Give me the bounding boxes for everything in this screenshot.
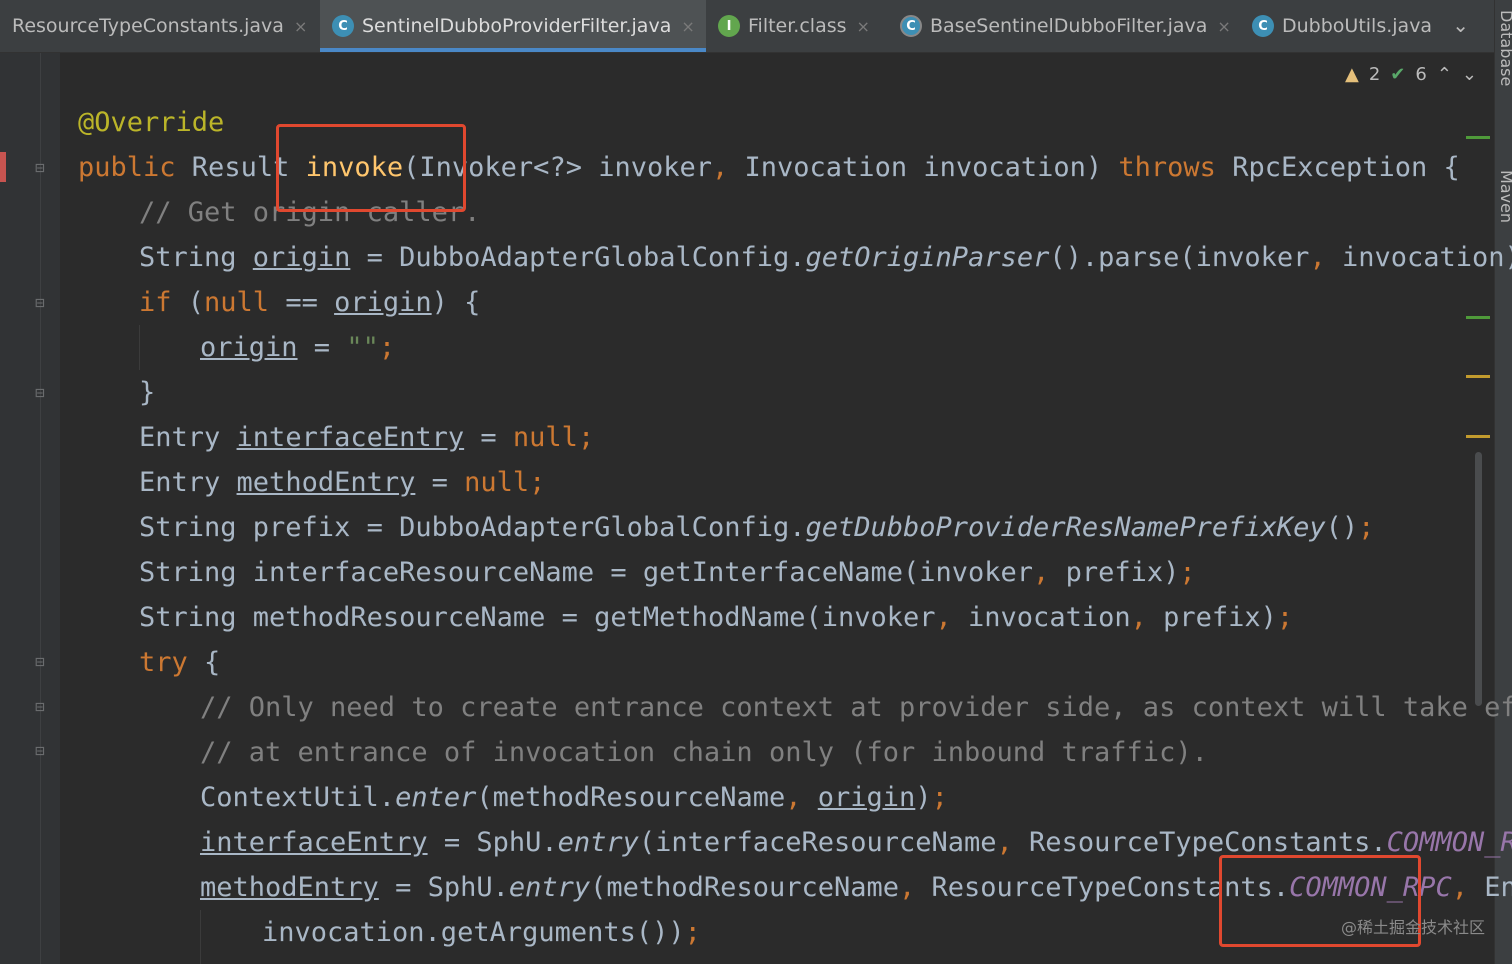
tab-base-sentinel-dubbo-filter[interactable]: C BaseSentinelDubboFilter.java × [900, 0, 1240, 52]
database-tool-button[interactable]: Database [1497, 10, 1512, 86]
highlight-box-invoke [276, 124, 466, 212]
code-line: try { [139, 647, 221, 678]
class-icon: C [332, 15, 354, 37]
tab-label: BaseSentinelDubboFilter.java [930, 15, 1208, 37]
ok-count: 6 [1415, 64, 1427, 85]
indent-guide [139, 325, 140, 370]
fold-icon[interactable]: ⊟ [31, 158, 49, 178]
editor-tab-bar: ResourceTypeConstants.java × C SentinelD… [0, 0, 1495, 53]
check-icon: ✔ [1390, 64, 1406, 85]
code-line: Entry interfaceEntry = null; [139, 422, 595, 453]
close-icon[interactable]: × [294, 17, 307, 36]
warning-icon: ▲ [1344, 64, 1359, 85]
editor-gutter [0, 53, 60, 964]
watermark: @稀土掘金技术社区 [1340, 918, 1485, 937]
error-stripe-marker[interactable] [1466, 136, 1490, 139]
code-comment: // Only need to create entrance context … [200, 692, 1512, 723]
code-line: Entry methodEntry = null; [139, 467, 546, 498]
override-marker-icon[interactable] [0, 152, 6, 182]
tab-sentinel-dubbo-provider-filter[interactable]: C SentinelDubboProviderFilter.java × [320, 0, 706, 52]
tab-dubbo-utils[interactable]: C DubboUtils.java [1252, 0, 1442, 52]
close-icon[interactable]: × [857, 17, 870, 36]
maven-tool-button[interactable]: Maven [1497, 170, 1512, 223]
tab-label: ResourceTypeConstants.java [12, 15, 284, 37]
tab-label: Filter.class [748, 15, 847, 37]
fold-end-icon[interactable]: ⊟ [31, 741, 49, 761]
code-line: String methodResourceName = getMethodNam… [139, 602, 1294, 633]
code-line: String interfaceResourceName = getInterf… [139, 557, 1196, 588]
warning-count: 2 [1368, 64, 1381, 85]
code-line: origin = ""; [200, 332, 396, 363]
error-stripe-marker[interactable] [1466, 435, 1490, 438]
inspection-widget[interactable]: ▲ 2 ✔ 6 ⌃ ⌄ [1345, 64, 1477, 85]
abstract-class-icon: C [900, 15, 922, 37]
gutter-divider [40, 53, 41, 964]
code-line: ContextUtil.enter(methodResourceName, or… [200, 782, 948, 813]
chevron-up-icon[interactable]: ⌃ [1437, 64, 1452, 85]
code-line: } [139, 377, 156, 408]
code-line: invocation.getArguments()); [262, 917, 701, 948]
error-stripe-marker[interactable] [1466, 316, 1490, 319]
tab-label: SentinelDubboProviderFilter.java [362, 15, 672, 37]
indent-guide [200, 910, 201, 964]
fold-icon[interactable]: ⊟ [31, 652, 49, 672]
chevron-down-icon[interactable]: ⌄ [1462, 64, 1477, 85]
fold-icon[interactable]: ⊟ [31, 697, 49, 717]
code-line: String prefix = DubboAdapterGlobalConfig… [139, 512, 1375, 543]
fold-icon[interactable]: ⊟ [31, 293, 49, 313]
interface-icon: I [718, 15, 740, 37]
code-line: if (null == origin) { [139, 287, 481, 318]
code-comment: // at entrance of invocation chain only … [200, 737, 1208, 768]
tab-resource-type-constants[interactable]: ResourceTypeConstants.java × [0, 0, 330, 52]
close-icon[interactable]: × [1217, 17, 1230, 36]
class-icon: C [1252, 15, 1274, 37]
tab-filter-class[interactable]: I Filter.class × [718, 0, 888, 52]
chevron-down-icon[interactable]: ⌄ [1452, 13, 1469, 37]
tab-label: DubboUtils.java [1282, 15, 1433, 37]
code-line: @Override [78, 107, 225, 138]
code-line: String origin = DubboAdapterGlobalConfig… [139, 242, 1512, 273]
vertical-scrollbar[interactable] [1475, 452, 1482, 706]
close-icon[interactable]: × [681, 17, 694, 36]
fold-end-icon[interactable]: ⊟ [31, 383, 49, 403]
error-stripe-marker[interactable] [1466, 375, 1490, 378]
